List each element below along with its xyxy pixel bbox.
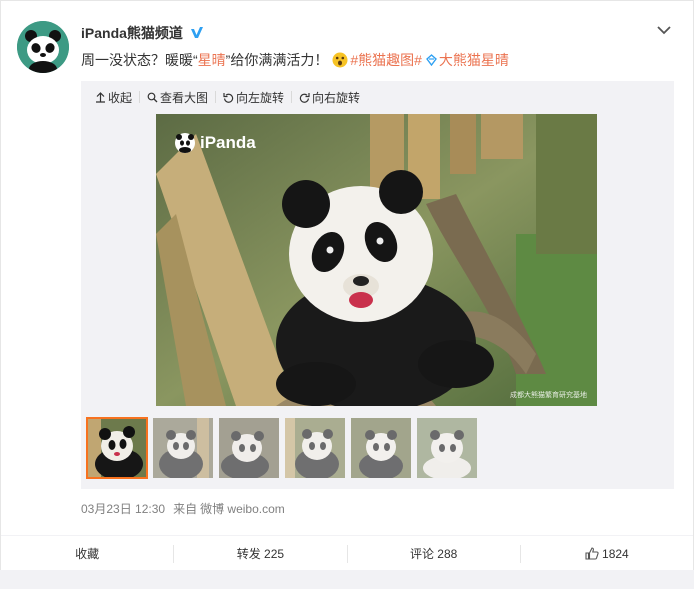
thumbnail-3[interactable]	[219, 418, 279, 478]
comment-button[interactable]: 评论 288	[346, 544, 520, 563]
panda-logo-icon	[175, 133, 195, 153]
favorite-button[interactable]: 收藏	[1, 545, 173, 563]
source-prefix: 来自	[173, 502, 198, 516]
post-text-before: 周一没状态？暖暖“	[81, 52, 198, 68]
post-meta: 03月23日 12:30 来自 微博 weibo.com	[81, 500, 293, 517]
post-source[interactable]: 微博 weibo.com	[200, 502, 285, 516]
collapse-button[interactable]: 收起	[95, 89, 132, 106]
thumbnail-4[interactable]	[285, 418, 345, 478]
toolbar-divider	[291, 91, 293, 103]
view-large-label: 查看大图	[160, 90, 209, 105]
rotate-right-label: 向右旋转	[312, 90, 361, 105]
link-icon	[425, 54, 437, 67]
arrow-up-icon	[96, 91, 105, 103]
page-background-strip	[0, 570, 694, 589]
action-bar: 收藏 转发 225 评论 288 1824	[1, 535, 693, 571]
post-timestamp[interactable]: 03月23日 12:30	[81, 502, 165, 516]
rotate-left-icon	[223, 92, 234, 103]
repost-label: 转发 225	[236, 547, 285, 561]
rotate-left-label: 向左旋转	[236, 90, 285, 105]
media-viewer: 收起 查看大图 向左旋转 向右旋转 iPanda 成都大熊猫繁育研究基地	[81, 81, 674, 489]
post-text-after: ”给你满满活力！	[225, 52, 329, 68]
post-highlight-name: 星晴	[197, 52, 226, 68]
watermark-text: iPanda	[200, 133, 256, 152]
topic-link[interactable]: #熊猫趣图#	[350, 52, 422, 68]
rotate-left-button[interactable]: 向左旋转	[223, 89, 284, 106]
thumbnail-1[interactable]	[86, 417, 148, 479]
like-button[interactable]: 1824	[519, 544, 693, 563]
main-photo[interactable]: iPanda 成都大熊猫繁育研究基地	[156, 114, 597, 406]
like-count: 1824	[602, 546, 629, 561]
thumbnail-2[interactable]	[153, 418, 213, 478]
favorite-label: 收藏	[75, 547, 100, 561]
toolbar-divider	[215, 91, 217, 103]
verified-badge-icon	[190, 27, 203, 38]
toolbar-divider	[139, 91, 141, 103]
post-text: 周一没状态？暖暖“星晴”给你满满活力！ #熊猫趣图# 大熊猫星晴	[81, 50, 509, 70]
photo-corner-caption: 成都大熊猫繁育研究基地	[510, 392, 587, 399]
chevron-down-icon[interactable]	[655, 21, 673, 39]
search-icon	[147, 92, 158, 102]
mention-prefix: 大熊猫	[438, 52, 481, 68]
mention-link[interactable]: 大熊猫星晴	[422, 52, 509, 68]
thumbnail-strip	[86, 417, 477, 479]
comment-label: 评论 288	[409, 547, 458, 561]
rotate-right-button[interactable]: 向右旋转	[299, 89, 360, 106]
username-text[interactable]: iPanda熊猫频道	[81, 25, 183, 41]
thumbnail-6[interactable]	[417, 418, 477, 478]
avatar[interactable]	[17, 21, 69, 73]
media-toolbar: 收起 查看大图 向左旋转 向右旋转	[95, 89, 360, 105]
username[interactable]: iPanda熊猫频道	[81, 23, 204, 43]
weibo-post-card: iPanda熊猫频道 周一没状态？暖暖“星晴”给你满满活力！ #熊猫趣图# 大熊…	[0, 0, 694, 589]
surprised-emoji-icon	[332, 52, 348, 68]
collapse-label: 收起	[108, 90, 133, 105]
thumbnail-5[interactable]	[351, 418, 411, 478]
mention-name: 星晴	[480, 52, 509, 68]
thumbs-up-icon	[585, 547, 599, 560]
view-large-button[interactable]: 查看大图	[147, 89, 208, 106]
photo-watermark: iPanda	[174, 132, 256, 154]
rotate-right-icon	[299, 92, 310, 103]
repost-button[interactable]: 转发 225	[173, 544, 346, 563]
